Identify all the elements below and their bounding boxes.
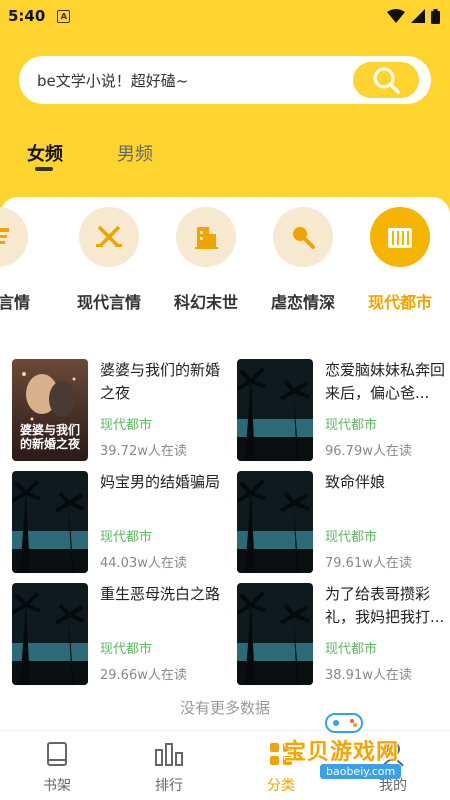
book-cover[interactable]: 婆婆与我们的新婚之夜 xyxy=(12,359,88,461)
signal-icon xyxy=(411,9,425,23)
status-right xyxy=(387,8,440,24)
watermark-text: 宝贝游戏网 xyxy=(284,740,400,765)
status-bar: 5:40 A xyxy=(0,0,450,32)
book-category: 现代都市 xyxy=(100,418,153,433)
nav-item-bookshelf[interactable]: 书架 xyxy=(12,739,102,795)
city-icon xyxy=(370,207,430,267)
nav-label: 排行 xyxy=(155,778,183,794)
book-title[interactable]: 婆婆与我们的新婚之夜 xyxy=(100,359,222,405)
book-category: 现代都市 xyxy=(100,530,153,545)
tab-male[interactable]: 男频 xyxy=(117,140,153,166)
book-read-count: 96.79w人在读 xyxy=(325,444,412,459)
notification-a-icon: A xyxy=(57,9,71,23)
emperor-icon xyxy=(0,207,28,267)
nav-label: 书架 xyxy=(43,778,71,794)
book-card[interactable]: 致命伴娘 现代都市 79.61w人在读 xyxy=(237,471,450,573)
book-card[interactable]: 恋爱脑妹妹私奔回来后，偏心爸... 现代都市 96.79w人在读 xyxy=(237,359,450,461)
category-label: 科幻末世 xyxy=(173,293,238,312)
gamepad-icon xyxy=(325,713,363,733)
status-time: 5:40 xyxy=(8,7,46,25)
tab-female[interactable]: 女频 xyxy=(27,140,63,166)
book-title[interactable]: 为了给表哥攒彩礼，我妈把我打... xyxy=(325,583,447,629)
category-label: 现代都市 xyxy=(367,293,432,312)
tab-indicator xyxy=(35,167,53,171)
nav-item-ranking[interactable]: 排行 xyxy=(124,739,214,795)
book-card[interactable]: 重生恶母洗白之路 现代都市 29.66w人在读 xyxy=(12,583,227,685)
book-cover[interactable] xyxy=(12,583,88,685)
book-category: 现代都市 xyxy=(325,530,378,545)
book-read-count: 29.66w人在读 xyxy=(100,668,187,683)
book-title[interactable]: 致命伴娘 xyxy=(325,471,447,494)
book-read-count: 79.61w人在读 xyxy=(325,556,412,571)
category-label: 古代言情 xyxy=(0,293,30,312)
watermark-logo: 宝贝游戏网 baobeiy.com xyxy=(268,708,448,788)
category-label: 现代言情 xyxy=(76,293,141,312)
category-item-active[interactable]: 现代都市 xyxy=(352,207,448,313)
wifi-icon xyxy=(387,9,405,23)
search-placeholder: be文学小说！超好磕~ xyxy=(37,71,189,90)
search-input[interactable]: be文学小说！超好磕~ xyxy=(19,56,431,104)
book-cover[interactable] xyxy=(237,359,313,461)
category-row[interactable]: 古代言情 现代言情 科幻末世 虐恋情深 现代都市 xyxy=(0,207,450,317)
book-category: 现代都市 xyxy=(100,642,153,657)
magnifier-icon xyxy=(273,207,333,267)
battery-icon xyxy=(431,8,440,24)
book-card[interactable]: 为了给表哥攒彩礼，我妈把我打... 现代都市 38.91w人在读 xyxy=(237,583,450,685)
book-read-count: 44.03w人在读 xyxy=(100,556,187,571)
book-card[interactable]: 婆婆与我们的新婚之夜 婆婆与我们的新婚之夜 现代都市 39.72w人在读 xyxy=(12,359,227,461)
book-title[interactable]: 恋爱脑妹妹私奔回来后，偏心爸... xyxy=(325,359,447,405)
category-item[interactable]: 现代言情 xyxy=(61,207,157,313)
bar-chart-icon xyxy=(124,739,214,769)
book-category: 现代都市 xyxy=(325,418,378,433)
book-read-count: 38.91w人在读 xyxy=(325,668,412,683)
crossed-swords-icon xyxy=(79,207,139,267)
book-read-count: 39.72w人在读 xyxy=(100,444,187,459)
category-item[interactable]: 虐恋情深 xyxy=(255,207,351,313)
book-category: 现代都市 xyxy=(325,642,378,657)
book-cover[interactable] xyxy=(237,583,313,685)
category-item[interactable]: 古代言情 xyxy=(0,207,46,313)
book-card[interactable]: 妈宝男的结婚骗局 现代都市 44.03w人在读 xyxy=(12,471,227,573)
book-cover[interactable] xyxy=(237,471,313,573)
book-title[interactable]: 重生恶母洗白之路 xyxy=(100,583,222,606)
book-cover[interactable] xyxy=(12,471,88,573)
building-icon xyxy=(176,207,236,267)
book-title[interactable]: 妈宝男的结婚骗局 xyxy=(100,471,222,494)
category-item[interactable]: 科幻末世 xyxy=(158,207,254,313)
search-button[interactable] xyxy=(353,62,419,98)
search-icon xyxy=(373,67,400,94)
cover-text: 婆婆与我们的新婚之夜 xyxy=(19,423,80,451)
category-label: 虐恋情深 xyxy=(270,293,335,312)
book-icon xyxy=(12,739,102,769)
watermark-url: baobeiy.com xyxy=(320,764,402,779)
